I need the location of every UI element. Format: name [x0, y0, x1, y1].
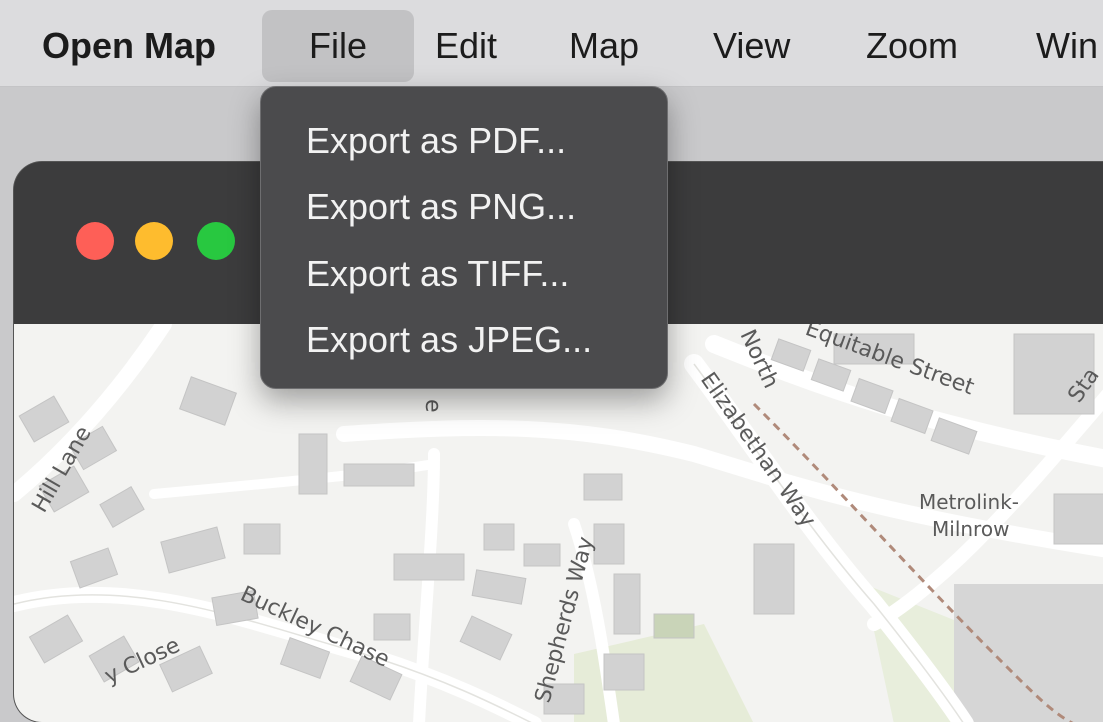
menu-window[interactable]: Win — [1036, 10, 1098, 82]
building — [298, 433, 328, 495]
export-tiff-menu-item[interactable]: Export as TIFF... — [306, 244, 569, 304]
minimize-window-button[interactable] — [135, 222, 173, 260]
menu-bar: Open Map File Edit Map View Zoom Win — [0, 0, 1103, 87]
map-label-e-fragment: e — [420, 399, 445, 413]
map-label-station-line2: Milnrow — [932, 517, 1009, 541]
menu-zoom[interactable]: Zoom — [866, 10, 958, 82]
building — [243, 523, 281, 555]
menu-view[interactable]: View — [713, 10, 790, 82]
building — [373, 613, 411, 641]
map-label-station-line1: Metrolink- — [919, 490, 1019, 514]
industrial-area — [954, 584, 1103, 722]
app-name-menu[interactable]: Open Map — [42, 10, 216, 82]
export-jpeg-menu-item[interactable]: Export as JPEG... — [306, 310, 592, 370]
building — [1053, 493, 1103, 545]
close-window-button[interactable] — [76, 222, 114, 260]
building — [393, 553, 465, 581]
menu-edit[interactable]: Edit — [435, 10, 497, 82]
menu-file[interactable]: File — [262, 10, 414, 82]
building — [613, 573, 641, 635]
export-png-menu-item[interactable]: Export as PNG... — [306, 177, 576, 237]
building — [523, 543, 561, 567]
building — [593, 523, 625, 565]
file-menu-dropdown: Export as PDF... Export as PNG... Export… — [260, 86, 668, 389]
building — [753, 543, 795, 615]
building — [343, 463, 415, 487]
menu-map[interactable]: Map — [569, 10, 639, 82]
building — [583, 473, 623, 501]
maximize-window-button[interactable] — [197, 222, 235, 260]
building — [603, 653, 645, 691]
export-pdf-menu-item[interactable]: Export as PDF... — [306, 111, 566, 171]
building — [483, 523, 515, 551]
building — [653, 613, 695, 639]
